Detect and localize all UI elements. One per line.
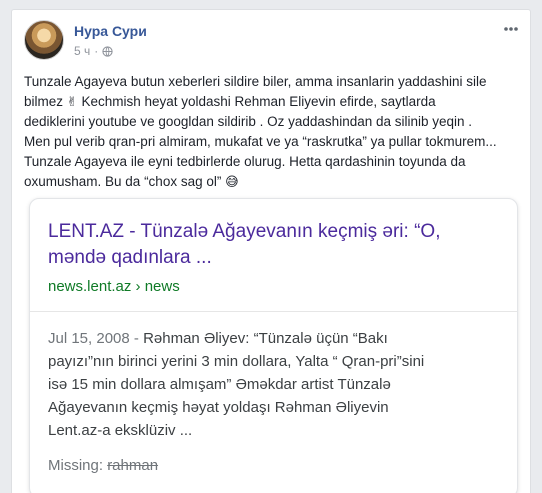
search-result-snippet: Jul 15, 2008 - Rəhman Əliyev: “Tünzalə ü…	[48, 327, 508, 442]
more-options-icon[interactable]	[502, 22, 520, 36]
post-line: bilmez ✌ Kechmish heyat yoldashi Rehman …	[24, 92, 520, 112]
snippet-date-separator: -	[129, 330, 144, 347]
card-divider	[30, 311, 517, 312]
post-header: Нура Сури 5 ч ·	[24, 20, 520, 62]
post-line: Tunzale Agayeva ile eyni tedbirlerde olu…	[24, 154, 466, 169]
post-timestamp[interactable]: 5 ч	[74, 44, 90, 58]
post-line: oxumusham. Bu da “chox sag ol” 😅	[24, 172, 520, 192]
search-result-title[interactable]: LENT.AZ - Tünzalə Ağayevanın keçmiş əri:…	[48, 219, 508, 271]
title-line[interactable]: LENT.AZ - Tünzalə Ağayevanın keçmiş əri:…	[48, 219, 508, 245]
globe-icon[interactable]	[102, 45, 113, 57]
snippet-line: payızı”nın birinci yerini 3 min dollara,…	[48, 353, 425, 370]
avatar[interactable]	[24, 20, 64, 60]
post-line-part: Kechmish heyat yoldashi Rehman Eliyevin …	[77, 94, 436, 109]
shared-search-result-card[interactable]: LENT.AZ - Tünzalə Ağayevanın keçmiş əri:…	[29, 198, 518, 493]
victory-hand-icon: ✌	[66, 94, 78, 109]
sweat-smile-icon: 😅	[225, 174, 239, 189]
missing-term: rahman	[107, 457, 159, 474]
post-line: dediklerini youtube ve googldan sildirib…	[24, 114, 473, 129]
post-meta: 5 ч ·	[74, 44, 113, 58]
search-result-url[interactable]: news.lent.az › news	[48, 278, 180, 295]
snippet-date: Jul 15, 2008	[48, 330, 130, 347]
post-line-part: bilmez	[24, 94, 64, 109]
post-line: Men pul verib qran-pri almiram, mukafat …	[24, 134, 497, 149]
author-name[interactable]: Нура Сури	[74, 23, 147, 39]
snippet-line: Lent.az-a eksklüziv ...	[48, 422, 193, 439]
missing-label: Missing:	[48, 457, 108, 474]
snippet-text: Rəhman Əliyev: “Tünzalə üçün “Bakı	[143, 330, 388, 347]
snippet-line: Ağayevanın keçmiş həyat yoldaşı Rəhman Ə…	[48, 399, 389, 416]
missing-terms: Missing: rahman	[48, 457, 158, 474]
snippet-line: isə 15 min dollara almışam” Əməkdar arti…	[48, 376, 391, 393]
snippet-line: Jul 15, 2008 - Rəhman Əliyev: “Tünzalə ü…	[48, 327, 508, 350]
post-line: Tunzale Agayeva butun xeberleri sildire …	[24, 74, 487, 89]
post-line-part: oxumusham. Bu da “chox sag ol”	[24, 174, 222, 189]
post-text: Tunzale Agayeva butun xeberleri sildire …	[24, 72, 520, 192]
facebook-post: Нура Сури 5 ч · Tunzale Agayeva butun xe…	[11, 9, 531, 493]
meta-separator: ·	[94, 44, 99, 58]
title-line[interactable]: məndə qadınlara ...	[48, 245, 508, 271]
